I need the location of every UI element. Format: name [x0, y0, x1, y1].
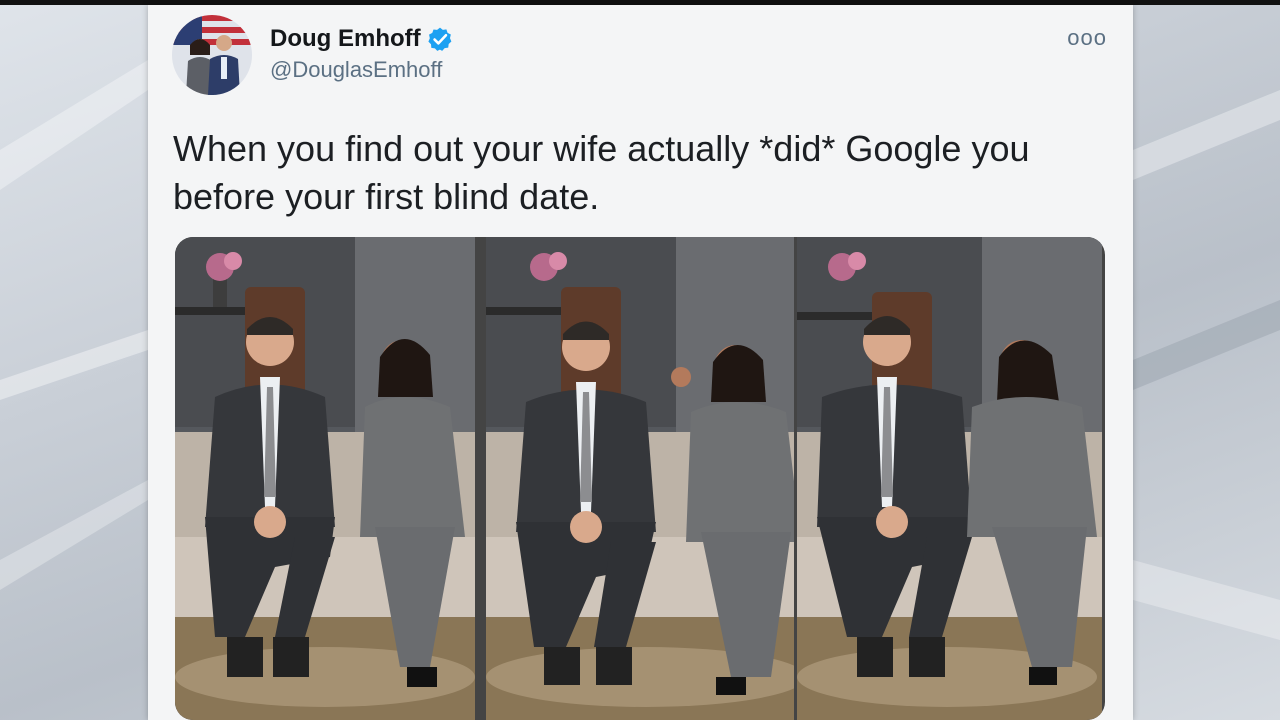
tweet-text: When you find out your wife actually *di…	[173, 128, 1030, 217]
author-handle[interactable]: @DouglasEmhoff	[270, 57, 442, 83]
avatar-image	[172, 15, 252, 95]
broadcast-frame: Doug Emhoff @DouglasEmhoff ooo When you …	[0, 0, 1280, 720]
media-photo-2[interactable]	[486, 237, 794, 720]
author-name-row[interactable]: Doug Emhoff	[270, 25, 453, 53]
photo-2-image	[486, 237, 794, 720]
media-photo-3[interactable]	[797, 237, 1105, 720]
photo-1-image	[175, 237, 475, 720]
media-photo-1[interactable]	[175, 237, 483, 720]
author-name[interactable]: Doug Emhoff	[270, 25, 421, 53]
photo-3-image	[797, 237, 1102, 720]
avatar[interactable]	[172, 15, 252, 95]
tweet-card: Doug Emhoff @DouglasEmhoff ooo When you …	[148, 5, 1133, 720]
more-horizontal-icon[interactable]: ooo	[1067, 25, 1107, 51]
verified-badge-icon	[428, 27, 452, 51]
tweet-media[interactable]	[175, 237, 1105, 720]
